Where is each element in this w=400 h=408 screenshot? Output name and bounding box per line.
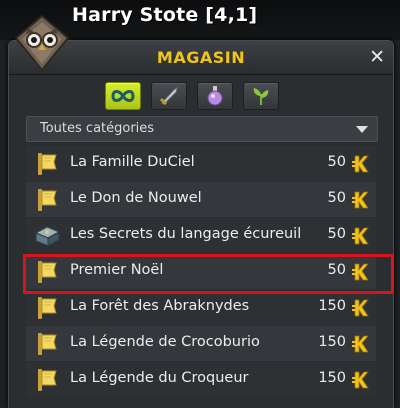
item-name: La Forêt des Abraknydes: [70, 298, 250, 314]
item-price: 150: [318, 298, 346, 314]
list-item[interactable]: Premier Noël 50: [26, 254, 376, 289]
item-name: La Famille DuCiel: [70, 154, 195, 170]
chevron-down-icon: [356, 126, 368, 133]
item-name: La Légende du Croqueur: [70, 370, 249, 386]
item-price: 150: [318, 370, 346, 386]
tab-equipment[interactable]: [151, 82, 187, 110]
tab-consumables[interactable]: [197, 82, 233, 110]
item-price: 50: [327, 154, 346, 170]
category-selected: Toutes catégories: [40, 121, 155, 136]
potion-icon: [207, 86, 223, 106]
item-name: La Légende de Crocoburio: [70, 334, 260, 350]
item-name: Le Don de Nouwel: [70, 190, 202, 206]
sword-icon: [159, 86, 178, 106]
list-item[interactable]: La Légende de Crocoburio 150: [26, 326, 376, 361]
player-name: Harry Stote [4,1]: [72, 4, 258, 26]
scroll-icon: [32, 365, 62, 395]
owl-logo: [14, 14, 70, 72]
list-item[interactable]: La Forêt des Abraknydes 150: [26, 290, 376, 325]
shop-window: MAGASIN ✕ Toutes catégories La Famille D…: [8, 40, 394, 408]
kama-icon: [352, 191, 369, 209]
scroll-icon: [32, 257, 62, 287]
list-item[interactable]: Les Secrets du langage écureuil 50: [26, 218, 376, 253]
item-price: 50: [327, 226, 346, 242]
kama-icon: [352, 155, 369, 173]
scroll-icon: [32, 329, 62, 359]
item-price: 50: [327, 190, 346, 206]
tab-resources[interactable]: [243, 82, 279, 110]
scroll-icon: [32, 149, 62, 179]
kama-icon: [352, 299, 369, 317]
category-dropdown[interactable]: Toutes catégories: [26, 116, 378, 142]
item-name: Les Secrets du langage écureuil: [70, 226, 302, 242]
kama-icon: [352, 227, 369, 245]
item-name: Premier Noël: [70, 262, 164, 278]
tab-infinity[interactable]: [105, 82, 141, 110]
book-icon: [32, 221, 62, 251]
scroll-icon: [32, 185, 62, 215]
scroll-icon: [32, 293, 62, 323]
close-icon[interactable]: ✕: [369, 46, 385, 68]
kama-icon: [352, 371, 369, 389]
plant-icon: [253, 88, 269, 105]
kama-icon: [352, 263, 369, 281]
infinity-icon: [111, 90, 135, 102]
list-item[interactable]: Le Don de Nouwel 50: [26, 182, 376, 217]
item-price: 150: [318, 334, 346, 350]
list-item[interactable]: La Famille DuCiel 50: [26, 146, 376, 181]
item-price: 50: [327, 262, 346, 278]
kama-icon: [352, 335, 369, 353]
list-item[interactable]: La Légende du Croqueur 150: [26, 362, 376, 397]
